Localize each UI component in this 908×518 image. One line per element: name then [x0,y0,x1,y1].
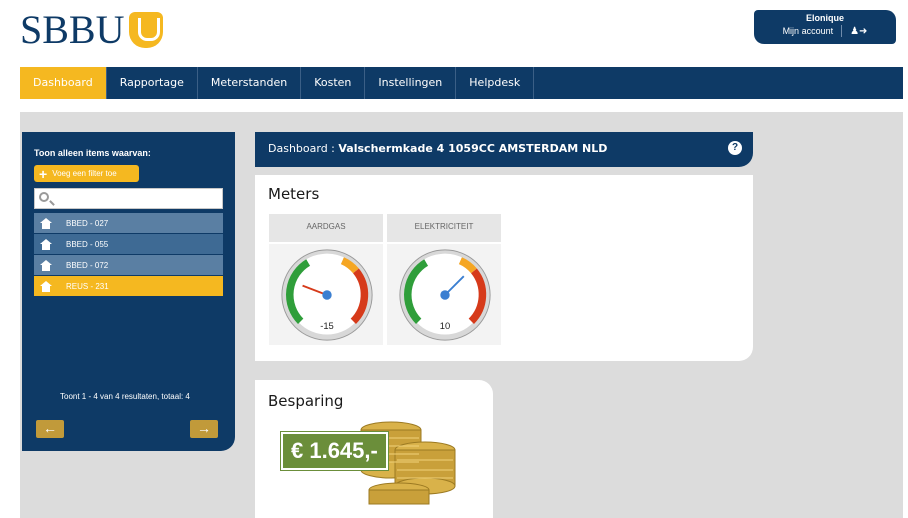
arrow-right-icon: → [197,420,211,436]
account-row: Mijn account ♟➜ [754,25,896,37]
sbbu-logo[interactable]: SBBU [20,8,163,52]
add-filter-label: Voeg een filter toe [52,169,117,178]
list-item[interactable]: BBED - 027 [34,213,223,233]
search-input[interactable] [34,188,223,209]
savings-title: Besparing [268,392,344,410]
meters-title: Meters [268,185,320,203]
house-icon [40,280,52,292]
filter-sidebar: Toon alleen items waarvan: + Voeg een fi… [22,132,235,451]
gauge-value: 10 [440,320,450,331]
list-item[interactable]: BBED - 055 [34,234,223,254]
list-item-label: BBED - 027 [66,218,109,228]
account-username: Elonique [806,13,844,23]
house-icon [40,217,52,229]
house-icon [40,259,52,271]
house-icon [40,238,52,250]
gauge-aardgas: AARDGAS -15 [268,213,384,346]
savings-panel: Besparing € 1.645,- [255,380,493,518]
logo-text: SBBU [20,7,125,52]
gauge-dial-icon: 10 [399,249,491,341]
arrow-left-icon: ← [43,420,57,436]
account-separator [841,25,843,37]
gauge-cell: 10 [386,243,502,346]
gauge-label: ELEKTRICITEIT [386,213,502,243]
next-page-button[interactable]: → [190,420,218,438]
gauge-cell: -15 [268,243,384,346]
plus-icon: + [39,165,48,182]
main-nav: Dashboard Rapportage Meterstanden Kosten… [20,67,903,99]
gauge-dial-icon: -15 [281,249,373,341]
dashboard-address: Valschermkade 4 1059CC AMSTERDAM NLD [338,142,608,155]
list-item[interactable]: BBED - 072 [34,255,223,275]
list-item-label: BBED - 055 [66,239,109,249]
tab-rapportage[interactable]: Rapportage [107,67,198,99]
meters-panel: Meters AARDGAS -15 ELEKTRICITEIT 10 [255,175,753,361]
gauge-label: AARDGAS [268,213,384,243]
app-page: SBBU Elonique Mijn account ♟➜ Dashboard … [0,0,908,518]
logo-mark-icon [128,12,163,48]
list-item-label: REUS - 231 [66,281,109,291]
dashboard-header: Dashboard : Valschermkade 4 1059CC AMSTE… [255,132,753,167]
add-filter-button[interactable]: + Voeg een filter toe [34,165,139,182]
tab-helpdesk[interactable]: Helpdesk [456,67,535,99]
tab-kosten[interactable]: Kosten [301,67,366,99]
dashboard-prefix: Dashboard : [268,142,339,155]
previous-page-button[interactable]: ← [36,420,64,438]
location-list: BBED - 027 BBED - 055 BBED - 072 REUS - … [34,213,223,297]
gauge-elektriciteit: ELEKTRICITEIT 10 [386,213,502,346]
gauge-value: -15 [320,320,334,331]
user-logout-icon[interactable]: ♟➜ [850,26,867,37]
account-box: Elonique Mijn account ♟➜ [754,10,896,44]
help-icon[interactable]: ? [728,141,742,155]
sidebar-title: Toon alleen items waarvan: [34,148,151,158]
list-item-label: BBED - 072 [66,260,109,270]
search-icon [39,192,49,202]
savings-amount: € 1.645,- [281,432,388,470]
tab-dashboard[interactable]: Dashboard [20,67,107,99]
tab-meterstanden[interactable]: Meterstanden [198,67,302,99]
tab-instellingen[interactable]: Instellingen [365,67,457,99]
my-account-link[interactable]: Mijn account [783,26,834,36]
list-item-selected[interactable]: REUS - 231 [34,276,223,296]
result-count: Toont 1 - 4 van 4 resultaten, totaal: 4 [60,392,190,401]
